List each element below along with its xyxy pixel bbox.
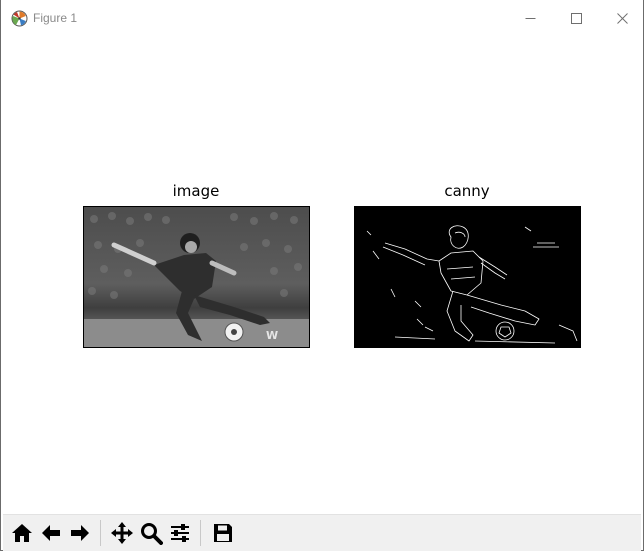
home-button[interactable] — [7, 518, 36, 547]
save-button[interactable] — [208, 518, 237, 547]
minimize-button[interactable] — [507, 0, 553, 36]
navigation-toolbar — [3, 514, 641, 551]
figure-window: Figure 1 image W canny — [0, 0, 644, 551]
pan-icon — [110, 521, 133, 544]
subplot-title-image: image — [172, 182, 220, 200]
maximize-icon — [570, 12, 582, 24]
configure-subplots-icon — [170, 523, 189, 542]
back-button[interactable] — [36, 518, 65, 547]
forward-arrow-icon — [70, 524, 89, 541]
title-bar[interactable]: Figure 1 — [1, 0, 643, 36]
close-button[interactable] — [599, 0, 644, 36]
toolbar-separator — [100, 520, 101, 546]
forward-button[interactable] — [65, 518, 94, 547]
configure-subplots-button[interactable] — [165, 518, 194, 547]
pan-button[interactable] — [107, 518, 136, 547]
close-icon — [616, 12, 628, 24]
svg-text:W: W — [266, 329, 278, 342]
window-title: Figure 1 — [33, 11, 78, 25]
home-icon — [11, 523, 32, 542]
matplotlib-app-icon — [11, 10, 28, 27]
subplot-title-canny: canny — [444, 182, 490, 200]
minimize-icon — [525, 17, 535, 19]
toolbar-separator — [200, 520, 201, 546]
zoom-icon — [140, 522, 163, 545]
maximize-button[interactable] — [553, 0, 599, 36]
back-arrow-icon — [41, 524, 60, 541]
save-icon — [213, 523, 232, 542]
grayscale-photo: W — [84, 207, 309, 347]
canny-edge-axes[interactable] — [354, 206, 581, 348]
zoom-button[interactable] — [136, 518, 165, 547]
canny-edge-image — [355, 207, 580, 347]
grayscale-image-axes[interactable]: W — [83, 206, 310, 348]
figure-canvas[interactable]: image W canny — [3, 36, 641, 512]
